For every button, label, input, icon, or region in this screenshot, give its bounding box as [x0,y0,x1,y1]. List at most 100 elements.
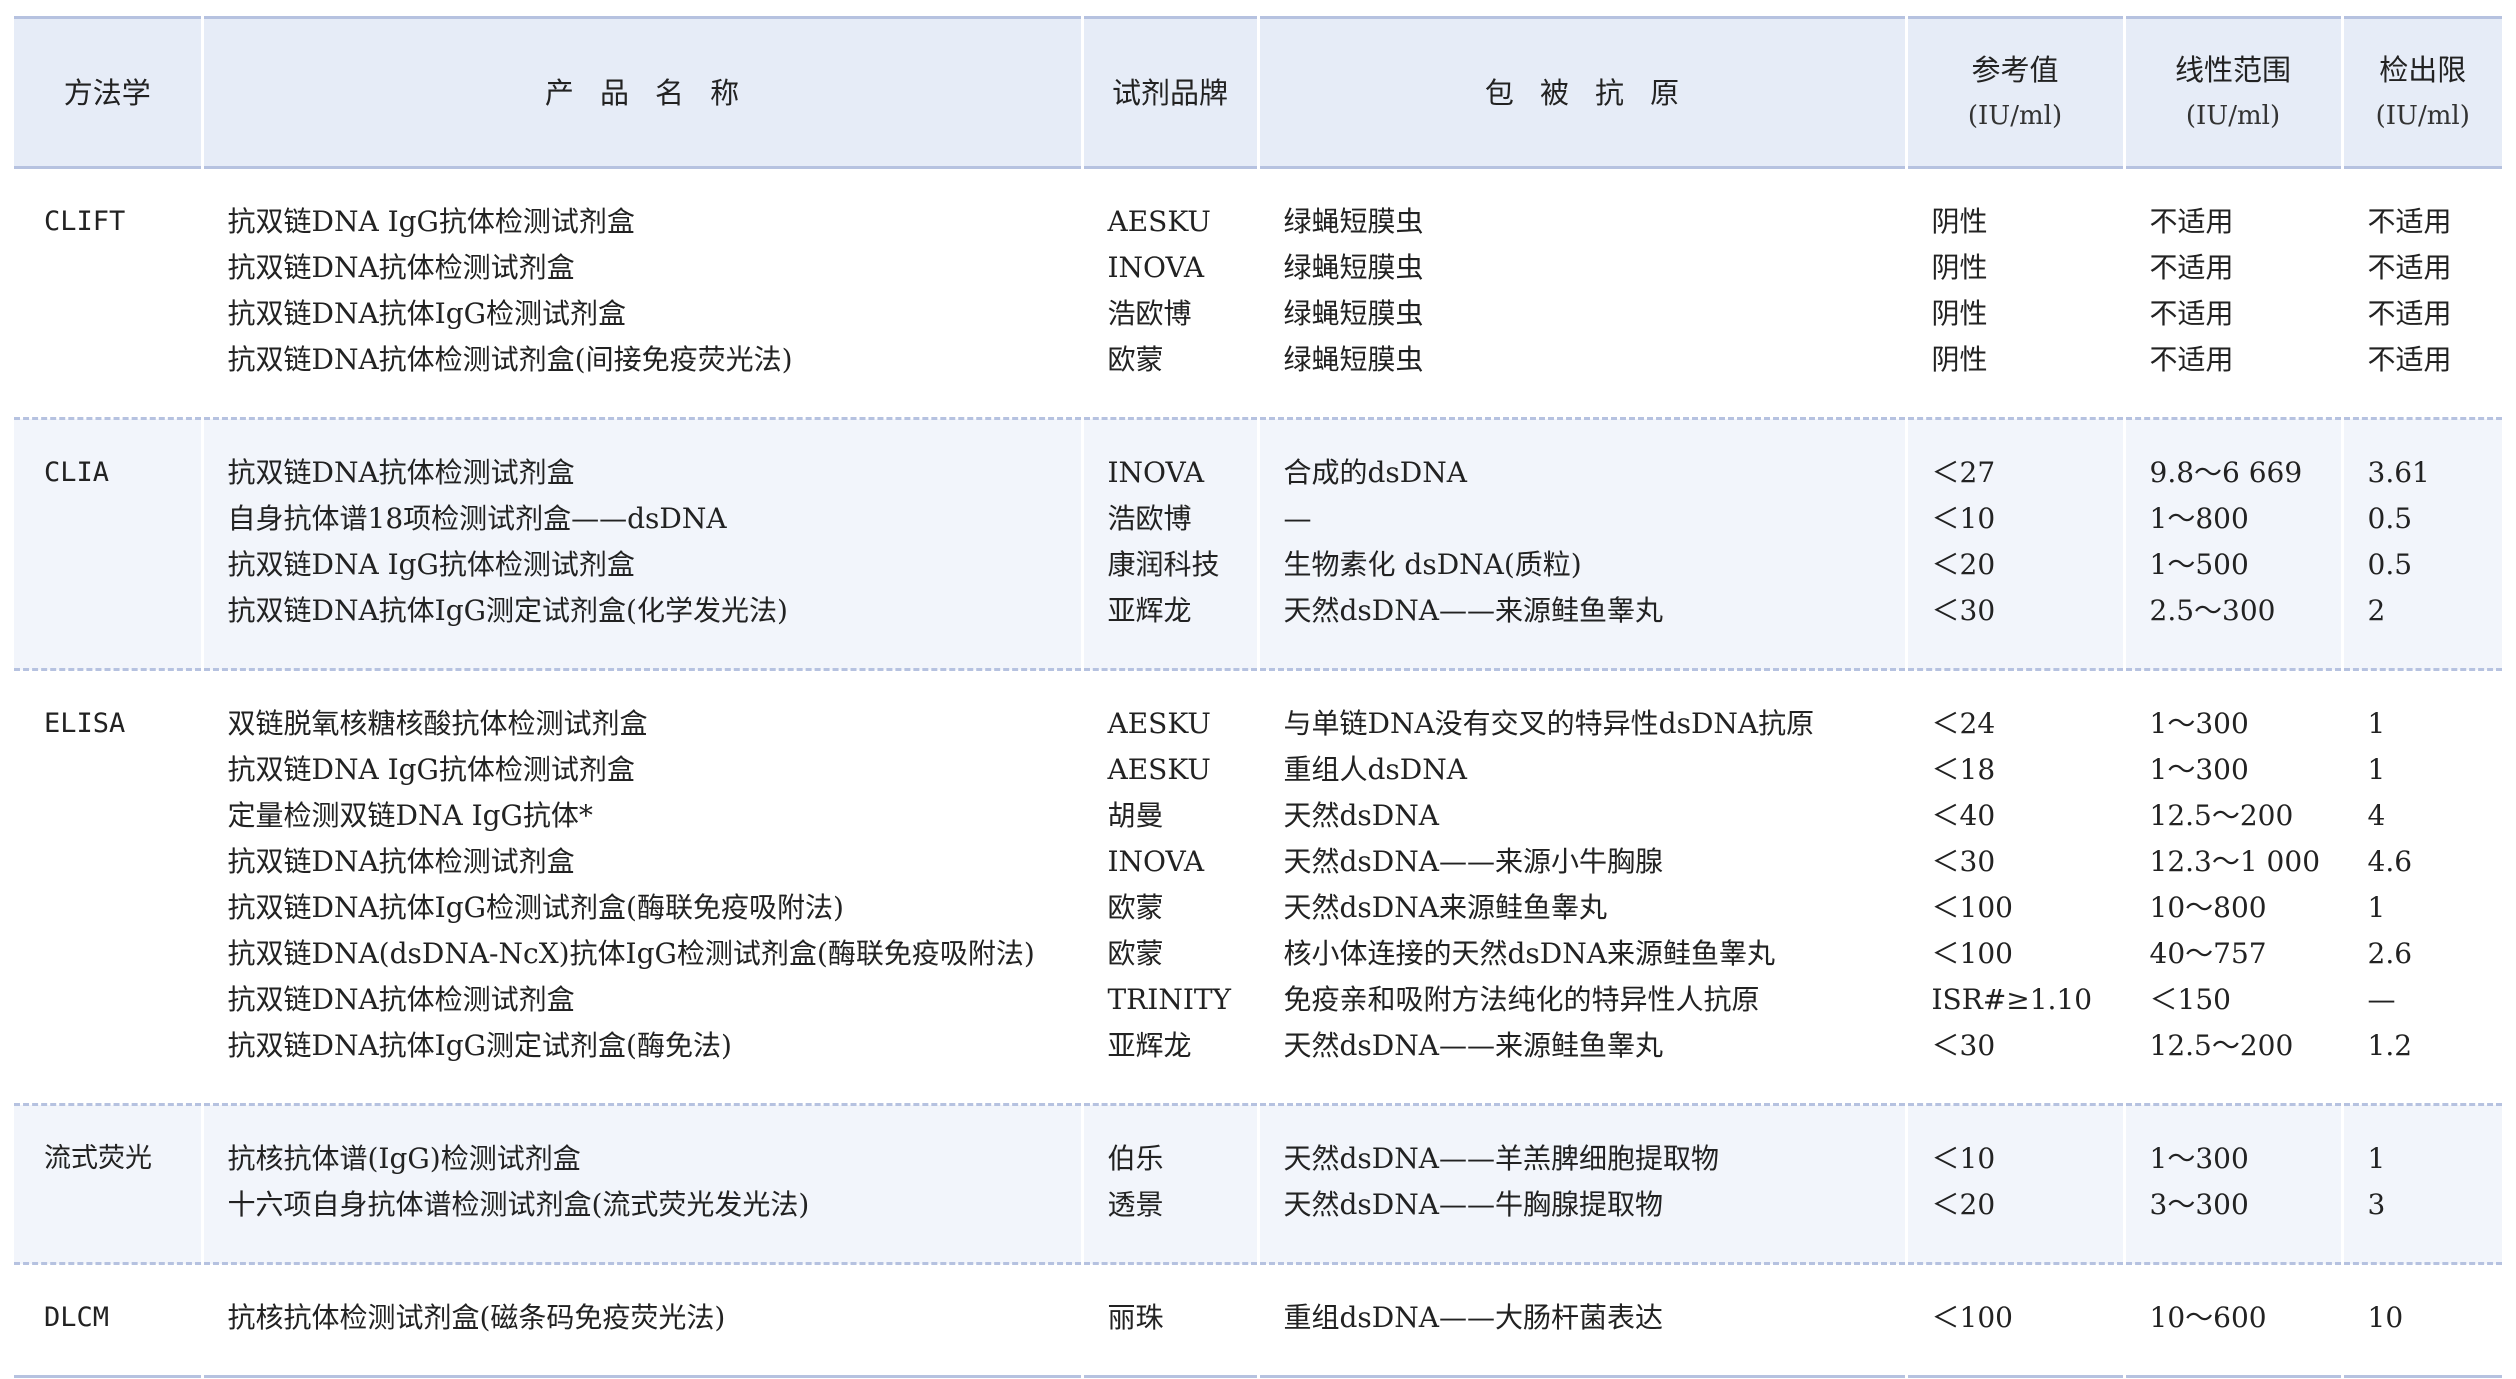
linear-range-cell: 不适用 [2122,167,2342,245]
lod-cell: 不适用 [2340,291,2502,337]
linear-range-cell: 2.5～300 [2122,588,2342,670]
antigen-cell: — [1256,496,1906,542]
header-antigen: 包被抗原 [1256,17,1906,168]
lod-cell: 1.2 [2340,1023,2502,1105]
ref-value-cell: ＜10 [1904,1104,2124,1182]
antigen-cell: 绿蝇短膜虫 [1256,245,1906,291]
antigen-cell: 绿蝇短膜虫 [1256,337,1906,419]
antigen-cell: 天然dsDNA——来源鲑鱼睾丸 [1256,588,1906,670]
ref-value-cell: ＜30 [1904,1023,2124,1105]
ref-value-cell: ISR#≥1.10 [1904,977,2124,1023]
ref-value-cell: ＜100 [1904,885,2124,931]
ref-value-cell: ＜18 [1904,747,2124,793]
antigen-cell: 生物素化 dsDNA(质粒) [1256,542,1906,588]
linear-range-cell: 不适用 [2122,245,2342,291]
table-row: 抗双链DNA抗体IgG检测试剂盒 浩欧博 绿蝇短膜虫 阴性 不适用 不适用 [14,291,2502,337]
product-cell: 抗双链DNA抗体检测试剂盒 [200,977,1082,1023]
ref-value-cell: ＜24 [1904,669,2124,747]
linear-range-cell: 40～757 [2122,931,2342,977]
product-cell: 抗双链DNA IgG抗体检测试剂盒 [200,747,1082,793]
linear-range-cell: 12.3～1 000 [2122,839,2342,885]
method-cell [14,793,202,839]
product-cell: 抗双链DNA抗体检测试剂盒(间接免疫荧光法) [200,337,1082,419]
antigen-cell: 绿蝇短膜虫 [1256,167,1906,245]
table-row: CLIFT 抗双链DNA IgG抗体检测试剂盒 AESKU 绿蝇短膜虫 阴性 不适用 不适用 [14,167,2502,245]
method-cell: DLCM [44,1302,110,1333]
table-header: 方法学 产品名称 试剂品牌 包被抗原 参考值 (IU/ml) 线性范围 (IU/ml… [14,17,2502,168]
lod-cell: 0.5 [2340,542,2502,588]
header-method: 方法学 [63,75,151,110]
brand-cell: 胡曼 [1080,793,1258,839]
product-cell: 抗双链DNA抗体IgG测定试剂盒(酶免法) [200,1023,1082,1105]
brand-cell: AESKU [1080,747,1258,793]
lod-cell: 0.5 [2340,496,2502,542]
brand-cell: 伯乐 [1080,1104,1258,1182]
lod-cell: 2.6 [2340,931,2502,977]
table-row: 抗双链DNA IgG抗体检测试剂盒 康润科技 生物素化 dsDNA(质粒) ＜20 1～… [14,542,2502,588]
header-lod: 检出限 (IU/ml) [2340,17,2502,168]
linear-range-cell: 10～800 [2122,885,2342,931]
antigen-cell: 重组dsDNA——大肠杆菌表达 [1256,1263,1906,1377]
ref-value-cell: ＜20 [1904,1182,2124,1264]
method-cell [14,542,202,588]
lod-cell: 1 [2340,669,2502,747]
brand-cell: 欧蒙 [1080,337,1258,419]
table-row: 抗双链DNA抗体检测试剂盒 INOVA 绿蝇短膜虫 阴性 不适用 不适用 [14,245,2502,291]
brand-cell: INOVA [1080,839,1258,885]
brand-cell: 欧蒙 [1080,931,1258,977]
lod-cell: 4 [2340,793,2502,839]
antigen-cell: 合成的dsDNA [1256,418,1906,496]
antigen-cell: 天然dsDNA——来源小牛胸腺 [1256,839,1906,885]
table-row: DLCM 抗核抗体检测试剂盒(磁条码免疫荧光法) 丽珠 重组dsDNA——大肠杆菌表达… [14,1263,2502,1377]
group-1: CLIA 抗双链DNA抗体检测试剂盒 INOVA 合成的dsDNA ＜27 9.8～6 6… [14,418,2502,670]
linear-range-cell: 9.8～6 669 [2122,418,2342,496]
ref-value-cell: ＜40 [1904,793,2124,839]
ref-value-cell: ＜100 [1904,931,2124,977]
brand-cell: 透景 [1080,1182,1258,1264]
product-cell: 抗核抗体检测试剂盒(磁条码免疫荧光法) [200,1263,1082,1377]
ref-value-cell: 阴性 [1904,337,2124,419]
product-cell: 抗双链DNA抗体检测试剂盒 [200,418,1082,496]
method-cell: CLIFT [44,206,126,237]
linear-range-cell: 1～800 [2122,496,2342,542]
lod-cell: 10 [2340,1263,2502,1377]
method-cell [14,747,202,793]
antigen-cell: 绿蝇短膜虫 [1256,291,1906,337]
product-cell: 抗双链DNA抗体检测试剂盒 [200,245,1082,291]
antigen-cell: 天然dsDNA——羊羔脾细胞提取物 [1256,1104,1906,1182]
antigen-cell: 重组人dsDNA [1256,747,1906,793]
lod-cell: 3.61 [2340,418,2502,496]
method-cell [14,588,202,670]
lod-cell: 不适用 [2340,245,2502,291]
group-3: 流式荧光 抗核抗体谱(IgG)检测试剂盒 伯乐 天然dsDNA——羊羔脾细胞提取物 ＜1… [14,1104,2502,1264]
table-container: 方法学 产品名称 试剂品牌 包被抗原 参考值 (IU/ml) 线性范围 (IU/ml… [14,16,2502,1378]
lod-cell: 不适用 [2340,337,2502,419]
ref-value-cell: ＜20 [1904,542,2124,588]
method-cell [14,839,202,885]
lod-cell: 1 [2340,885,2502,931]
product-cell: 自身抗体谱18项检测试剂盒——dsDNA [200,496,1082,542]
ref-value-cell: 阴性 [1904,167,2124,245]
method-cell [14,977,202,1023]
product-cell: 抗核抗体谱(IgG)检测试剂盒 [200,1104,1082,1182]
ref-value-cell: 阴性 [1904,291,2124,337]
linear-range-cell: 10～600 [2122,1263,2342,1377]
brand-cell: AESKU [1080,669,1258,747]
method-cell [14,291,202,337]
ref-value-cell: 阴性 [1904,245,2124,291]
ref-value-cell: ＜30 [1904,588,2124,670]
lod-cell: 2 [2340,588,2502,670]
method-cell [14,1023,202,1105]
table-row: 抗双链DNA抗体IgG检测试剂盒(酶联免疫吸附法) 欧蒙 天然dsDNA来源鲑鱼睾丸… [14,885,2502,931]
brand-cell: 康润科技 [1080,542,1258,588]
brand-cell: 亚辉龙 [1080,1023,1258,1105]
brand-cell: 浩欧博 [1080,291,1258,337]
ref-value-cell: ＜30 [1904,839,2124,885]
method-cell [14,931,202,977]
product-cell: 抗双链DNA抗体IgG检测试剂盒 [200,291,1082,337]
antigen-cell: 与单链DNA没有交叉的特异性dsDNA抗原 [1256,669,1906,747]
brand-cell: 亚辉龙 [1080,588,1258,670]
table-row: 流式荧光 抗核抗体谱(IgG)检测试剂盒 伯乐 天然dsDNA——羊羔脾细胞提取物 ＜1… [14,1104,2502,1182]
antigen-cell: 天然dsDNA——来源鲑鱼睾丸 [1256,1023,1906,1105]
linear-range-cell: 不适用 [2122,337,2342,419]
